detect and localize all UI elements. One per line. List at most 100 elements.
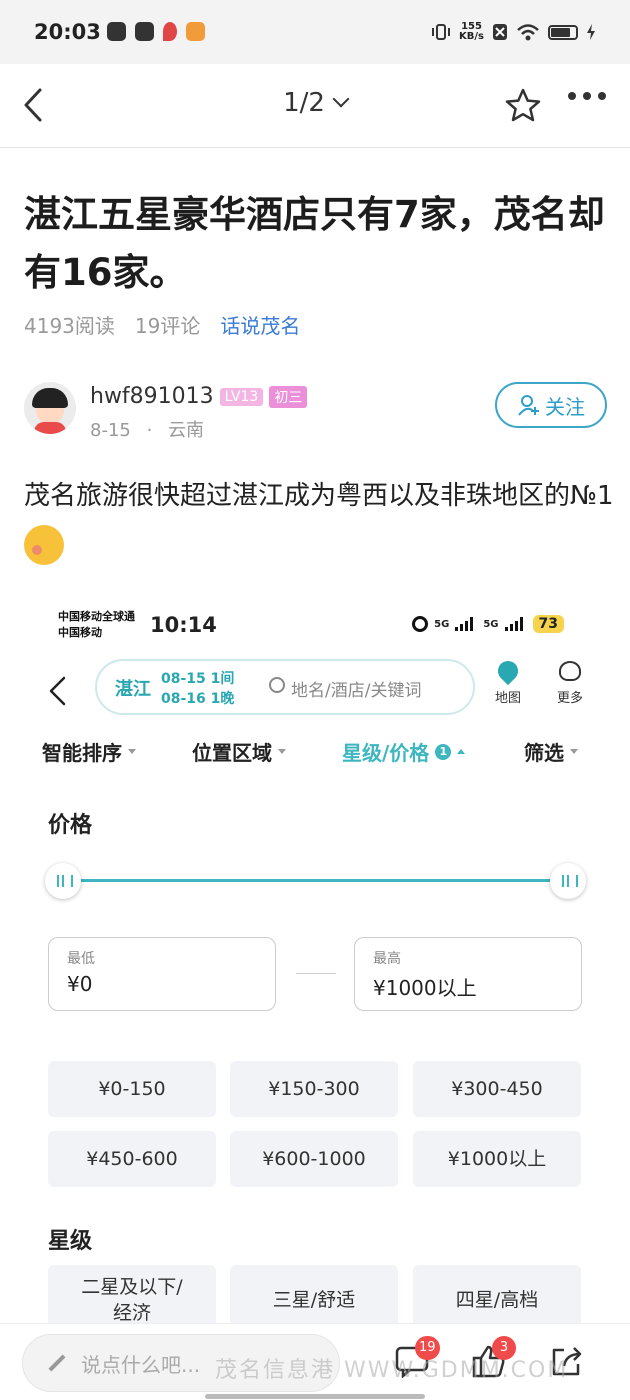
date-selector[interactable]: 08-15 1间 08-16 1晚: [161, 669, 234, 709]
post-date: 8-15: [90, 420, 131, 441]
dropdown-icon: [278, 749, 286, 754]
search-icon: [269, 677, 285, 693]
grade-badge: 初三: [269, 385, 308, 408]
favorite-star-icon[interactable]: [503, 86, 543, 126]
star-chip[interactable]: 三星/舒适: [230, 1265, 398, 1325]
more-button[interactable]: 更多: [550, 661, 590, 706]
author-name-row: hwf891013 LV13 初三: [90, 384, 308, 409]
filter-star-price-label: 星级/价格: [342, 741, 430, 765]
star-chip[interactable]: 四星/高档: [413, 1265, 581, 1325]
location-notification-icon: [163, 22, 177, 41]
page: 20:03 155 KB/s 1/2 湛江五星豪华酒店只有7家，茂名却有16家。…: [0, 0, 630, 1400]
add-user-icon: [518, 395, 539, 416]
price-chip[interactable]: ¥0-150: [48, 1061, 216, 1117]
range-divider: [296, 973, 336, 974]
map-button[interactable]: 地图: [488, 656, 528, 706]
read-count: 4193阅读: [24, 314, 115, 338]
chevron-down-icon: [332, 90, 350, 108]
price-slider-max-handle[interactable]: [550, 863, 586, 899]
filter-sort-label: 智能排序: [42, 741, 122, 765]
price-chip[interactable]: ¥150-300: [230, 1061, 398, 1117]
article-meta: 4193阅读 19评论 话说茂名: [24, 310, 300, 339]
max-price-value: ¥1000以上: [373, 976, 477, 1000]
avatar[interactable]: [24, 382, 76, 434]
article-body-text: 茂名旅游很快超过湛江成为粤西以及非珠地区的№1: [24, 481, 614, 511]
status-bar: 20:03 155 KB/s: [0, 0, 630, 64]
hotel-search-bar[interactable]: 湛江 08-15 1间 08-16 1晚 地名/酒店/关键词: [95, 659, 475, 715]
article-body: 茂名旅游很快超过湛江成为粤西以及非珠地区的№1: [24, 472, 614, 568]
price-chip[interactable]: ¥1000以上: [413, 1131, 581, 1187]
home-indicator[interactable]: [205, 1394, 425, 1399]
status-time: 20:03: [34, 20, 101, 44]
dropdown-icon: [128, 749, 136, 754]
nav-bar: 1/2: [0, 64, 630, 148]
filter-count-badge: 1: [435, 743, 452, 760]
vibrate-icon: [432, 24, 451, 40]
dropdown-icon: [570, 749, 578, 754]
search-input[interactable]: 地名/酒店/关键词: [291, 676, 421, 701]
pen-icon: [48, 1354, 66, 1372]
embedded-battery: 73: [532, 615, 564, 633]
min-price-field[interactable]: 最低 ¥0: [48, 937, 276, 1011]
room-count: 1间: [210, 671, 235, 687]
charging-icon: [587, 24, 595, 40]
carrier-2: 中国移动: [58, 626, 102, 639]
video-notification-icon: [186, 22, 205, 41]
app-notification-icon: [135, 22, 154, 41]
price-chip[interactable]: ¥450-600: [48, 1131, 216, 1187]
signal-icon: [455, 617, 474, 631]
price-slider-track[interactable]: [65, 879, 565, 882]
follow-button[interactable]: 关注: [495, 382, 607, 428]
filter-more[interactable]: 筛选: [524, 737, 578, 766]
price-chip[interactable]: ¥300-450: [413, 1061, 581, 1117]
price-slider-min-handle[interactable]: [45, 863, 81, 899]
status-right: 155 KB/s: [431, 22, 596, 42]
map-label: 地图: [494, 691, 521, 706]
max-price-label: 最高: [373, 951, 401, 967]
checkout-date: 08-16: [161, 691, 206, 707]
map-pin-icon: [493, 656, 523, 686]
author-row: hwf891013 LV13 初三 8-15 · 云南 关注: [24, 382, 608, 442]
checkin-date: 08-15: [161, 671, 206, 687]
author-date-location: 8-15 · 云南: [90, 420, 205, 441]
topic-link[interactable]: 话说茂名: [220, 310, 300, 339]
comment-count: 19评论: [134, 314, 201, 338]
price-chip[interactable]: ¥600-1000: [230, 1131, 398, 1187]
embedded-time: 10:14: [150, 613, 217, 637]
alarm-icon: [412, 616, 429, 632]
star-chip[interactable]: 二星及以下/经济: [48, 1265, 216, 1325]
max-price-field[interactable]: 最高 ¥1000以上: [354, 937, 582, 1011]
filter-location-label: 位置区域: [192, 741, 272, 765]
wifi-icon: [517, 24, 539, 41]
watermark: 茂名信息港 WWW.GDMM.COM: [215, 1358, 569, 1383]
embedded-status-right: 5G 5G 73: [412, 615, 564, 633]
min-price-value: ¥0: [67, 972, 93, 996]
city-selector[interactable]: 湛江: [115, 675, 151, 701]
network-1: 5G: [434, 618, 450, 630]
page-indicator-text: 1/2: [283, 88, 325, 118]
network-speed-unit: KB/s: [459, 31, 484, 42]
follow-label: 关注: [545, 394, 585, 419]
min-price-label: 最低: [67, 951, 95, 967]
message-notification-icon: [107, 22, 126, 41]
author-name[interactable]: hwf891013: [90, 384, 214, 409]
filter-sort[interactable]: 智能排序: [42, 737, 136, 766]
filter-location[interactable]: 位置区域: [192, 737, 286, 766]
filter-star-price[interactable]: 星级/价格 1: [342, 737, 466, 766]
dropdown-up-icon: [457, 749, 466, 754]
star-heading: 星级: [48, 1229, 93, 1254]
embedded-screenshot[interactable]: 中国移动全球通 中国移动 10:14 5G 5G 73 湛江 08-15 1间 …: [30, 585, 602, 1325]
more-icon: [559, 661, 581, 681]
comment-placeholder: 说点什么吧...: [81, 1352, 201, 1377]
post-location: 云南: [168, 420, 205, 441]
night-count: 1晚: [210, 691, 235, 707]
more-options-icon[interactable]: [568, 92, 606, 100]
filter-bar: 智能排序 位置区域 星级/价格 1 筛选: [30, 731, 602, 771]
embedded-carrier: 中国移动全球通 中国移动: [58, 609, 135, 641]
article-title: 湛江五星豪华酒店只有7家，茂名却有16家。: [24, 193, 605, 294]
notification-icons: [107, 22, 205, 41]
embedded-back-icon[interactable]: [46, 675, 70, 707]
filter-more-label: 筛选: [524, 741, 564, 765]
signal-icon-2: [504, 617, 523, 631]
network-speed: 155 KB/s: [459, 22, 484, 42]
